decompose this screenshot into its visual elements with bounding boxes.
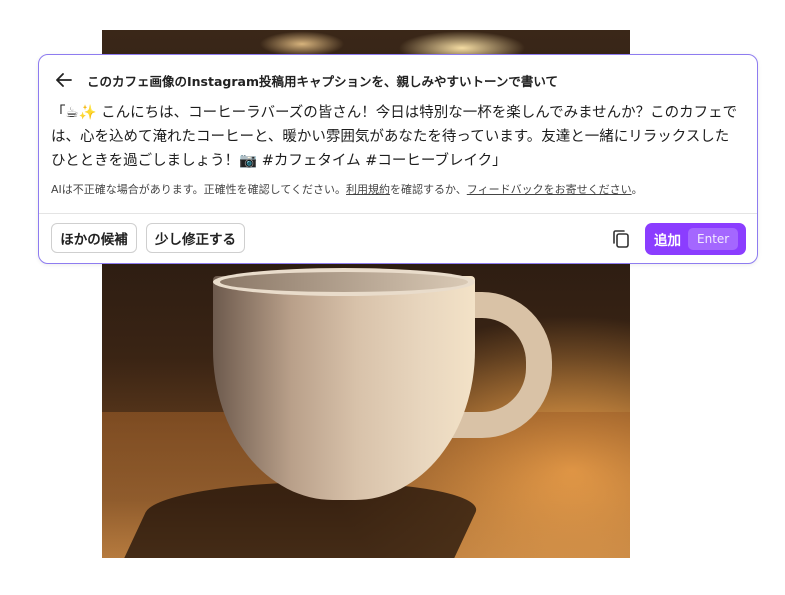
dialog-header: このカフェ画像のInstagram投稿用キャプションを、親しみやすいトーンで書い… <box>55 69 558 91</box>
ai-disclaimer: AIは不正確な場合があります。正確性を確認してください。利用規約を確認するか、フ… <box>51 181 643 197</box>
disclaimer-suffix: 。 <box>631 183 643 196</box>
cup-inner <box>220 272 468 292</box>
copy-icon[interactable] <box>610 228 632 250</box>
disclaimer-prefix: AIは不正確な場合があります。正確性を確認してください。 <box>51 183 347 196</box>
terms-link[interactable]: 利用規約 <box>346 183 390 196</box>
add-button-label: 追加 <box>654 233 681 249</box>
disclaimer-middle: を確認するか、 <box>390 183 467 196</box>
generated-caption: 「☕✨ こんにちは、コーヒーラバーズの皆さん！今日は特別な一杯を楽しんでみません… <box>51 105 738 169</box>
enter-shortcut-badge: Enter <box>688 228 739 250</box>
arrow-left-icon[interactable] <box>55 71 73 89</box>
ai-caption-dialog: このカフェ画像のInstagram投稿用キャプションを、親しみやすいトーンで書い… <box>38 54 758 264</box>
feedback-link[interactable]: フィードバックをお寄せください <box>467 183 632 196</box>
divider <box>39 213 757 214</box>
alternatives-button[interactable]: ほかの候補 <box>51 223 137 253</box>
tweak-button[interactable]: 少し修正する <box>146 223 245 253</box>
add-button[interactable]: 追加 Enter <box>645 223 746 255</box>
prompt-title: このカフェ画像のInstagram投稿用キャプションを、親しみやすいトーンで書い… <box>87 73 558 89</box>
